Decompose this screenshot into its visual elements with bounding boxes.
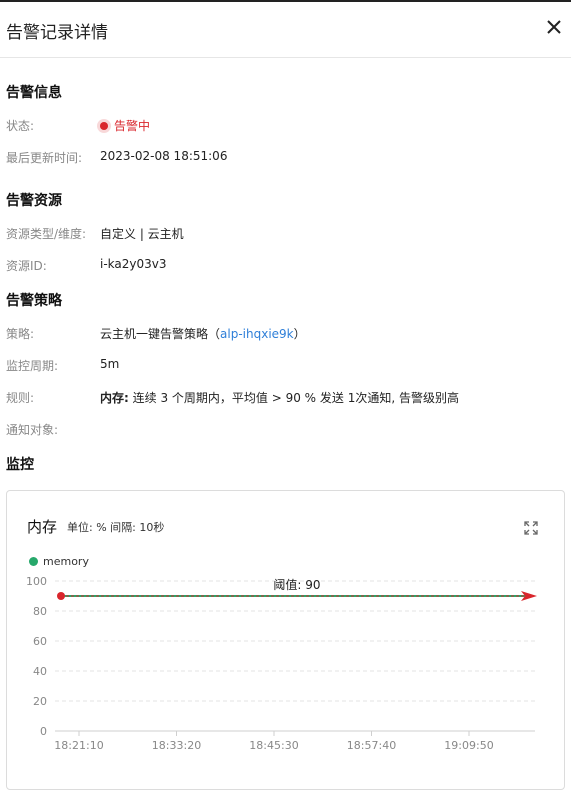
- x-tick-label: 18:33:20: [152, 739, 201, 752]
- period-label: 监控周期:: [6, 359, 59, 373]
- dialog-title: 告警记录详情: [6, 23, 108, 43]
- notify-label: 通知对象:: [6, 423, 59, 437]
- x-tick-label: 18:21:10: [54, 739, 103, 752]
- y-tick-label: 20: [33, 695, 47, 708]
- y-tick-label: 80: [33, 605, 47, 618]
- alarm-info-title: 告警信息: [6, 85, 62, 101]
- policy-label: 策略:: [6, 327, 35, 341]
- y-tick-label: 40: [33, 665, 47, 678]
- y-tick-label: 60: [33, 635, 47, 648]
- resource-type-value: 自定义 | 云主机: [100, 227, 184, 241]
- policy-id-link[interactable]: alp-ihqxie9k: [220, 327, 294, 341]
- status-value: 告警中: [100, 117, 150, 134]
- alarm-policy-title: 告警策略: [6, 293, 62, 309]
- rule-value: 内存: 连续 3 个周期内，平均值 > 90 % 发送 1次通知, 告警级别高: [100, 389, 459, 406]
- y-tick-label: 0: [40, 725, 47, 738]
- threshold-label: 阈值: 90: [273, 577, 320, 592]
- x-tick-label: 18:45:30: [249, 739, 298, 752]
- policy-name: 云主机一键告警策略: [100, 327, 209, 341]
- alarm-resource-title: 告警资源: [6, 193, 62, 209]
- resource-id-value: i-ka2y03v3: [100, 257, 167, 271]
- memory-line-chart: 0 20 40 60 80 100 18:21:10 18:33:20 18:45:30 18:5…: [26, 575, 537, 752]
- monitor-title: 监控: [6, 457, 34, 473]
- resource-id-label: 资源ID:: [6, 259, 47, 273]
- status-text: 告警中: [114, 119, 151, 133]
- status-dot-icon: [100, 121, 108, 130]
- status-label: 状态:: [6, 119, 35, 133]
- dialog-header: 告警记录详情: [0, 2, 571, 58]
- policy-value: 云主机一键告警策略（alp-ihqxie9k）: [100, 325, 306, 342]
- monitor-card: 内存 单位: % 间隔: 10秒 memory 0 20 40 60 80 100 18:2…: [6, 490, 565, 790]
- rule-label: 规则:: [6, 391, 35, 405]
- policy-paren-open: （: [208, 327, 221, 341]
- x-tick-label: 19:09:50: [444, 739, 493, 752]
- rule-metric: 内存:: [100, 391, 129, 405]
- y-tick-label: 100: [26, 575, 47, 588]
- resource-type-label: 资源类型/维度:: [6, 227, 87, 241]
- x-tick-label: 18:57:40: [347, 739, 396, 752]
- policy-paren-close: ）: [293, 327, 306, 341]
- updated-label: 最后更新时间:: [6, 151, 83, 165]
- close-icon[interactable]: [545, 18, 563, 36]
- updated-value: 2023-02-08 18:51:06: [100, 149, 228, 163]
- rule-text: 连续 3 个周期内，平均值 > 90 % 发送 1次通知, 告警级别高: [132, 391, 459, 405]
- threshold-start-dot: [57, 592, 65, 600]
- period-value: 5m: [100, 357, 120, 371]
